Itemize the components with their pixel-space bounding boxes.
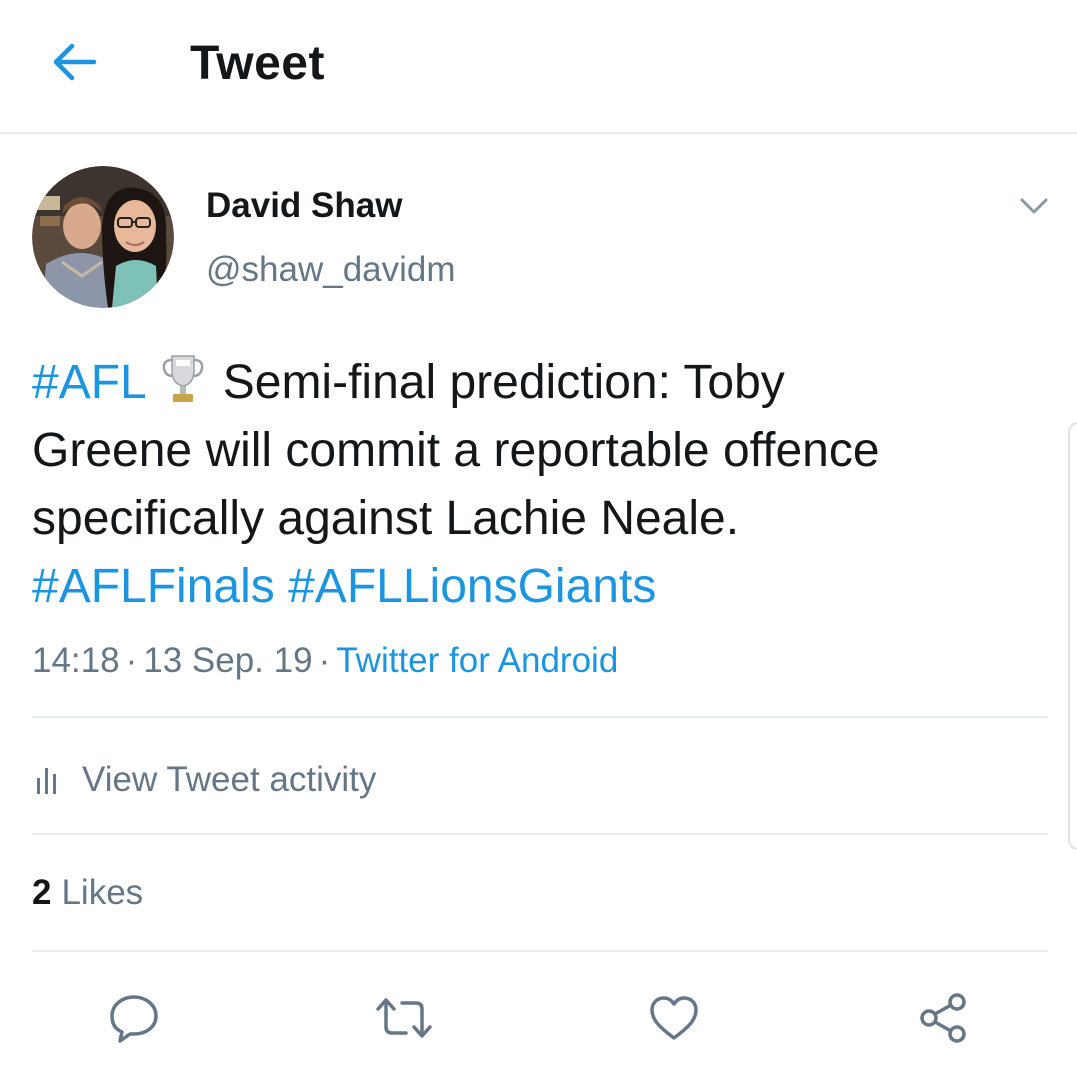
hashtag-link[interactable]: #AFLLionsGiants [288,560,656,613]
chevron-down-icon [1020,198,1048,214]
tweet-detail-screen: Tweet David Shaw @shaw_davidm #AFL Semi-… [0,0,1077,1077]
page-title: Tweet [190,37,325,90]
meta-separator: · [318,641,331,680]
hashtag-link[interactable]: #AFL [32,356,147,409]
bar-chart-icon [32,762,68,798]
tweet-line: Greene will commit a reportable offence [32,424,880,477]
tweet-meta: 14:18 · 13 Sep. 19 · Twitter for Android [32,641,618,681]
tweet-line: specifically against Lachie Neale. [32,492,740,545]
trophy-emoji [161,352,205,404]
hashtag-link[interactable]: #AFLFinals [32,560,275,613]
reply-icon [110,995,158,1043]
tweet-source-link[interactable]: Twitter for Android [336,641,618,680]
tweet-line: #AFLFinals #AFLLionsGiants [32,553,1042,621]
tweet-text: #AFL Semi-final prediction: Toby Greene … [32,349,1042,621]
avatar[interactable] [32,166,174,308]
app-header: Tweet [0,0,1077,134]
author-name[interactable]: David Shaw [206,186,402,226]
reply-button[interactable] [104,988,164,1048]
likes-label: Likes [61,873,144,912]
meta-separator: · [125,641,138,680]
scroll-edge-indicator [1068,422,1077,850]
tweet-time: 14:18 [32,641,120,680]
likes-count: 2 [32,873,52,912]
share-icon [920,993,966,1043]
profile-photo [32,166,174,308]
retweet-button[interactable] [374,988,434,1048]
like-button[interactable] [644,988,704,1048]
arrow-left-icon [53,43,97,81]
tweet-line: #AFL Semi-final prediction: Toby [32,349,1042,417]
divider [32,950,1048,952]
share-button[interactable] [914,988,974,1048]
heart-icon [650,996,698,1040]
likes-summary[interactable]: 2 Likes [32,873,143,913]
back-button[interactable] [44,34,104,90]
divider [32,716,1048,718]
tweet-date: 13 Sep. 19 [143,641,313,680]
author-handle[interactable]: @shaw_davidm [206,250,456,290]
activity-label: View Tweet activity [82,760,377,799]
tweet-options-button[interactable] [1012,186,1056,226]
retweet-icon [376,998,432,1038]
divider [32,833,1048,835]
view-tweet-activity-button[interactable]: View Tweet activity [32,756,376,804]
